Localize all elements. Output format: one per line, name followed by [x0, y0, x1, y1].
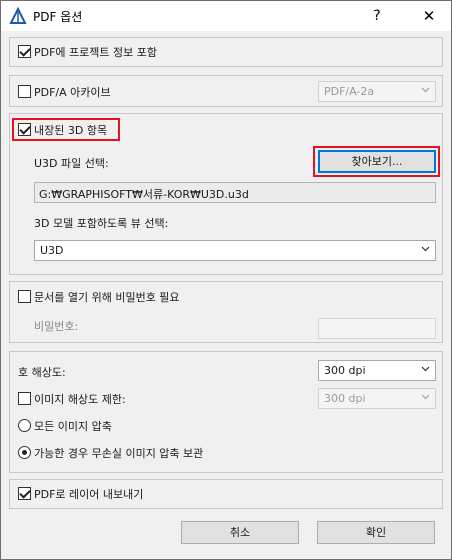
archicad-app-icon: [9, 6, 27, 25]
3d-view-select[interactable]: U3D: [34, 240, 436, 261]
u3d-file-label: U3D 파일 선택:: [34, 157, 109, 170]
limit-resolution-select[interactable]: 300 dpi: [318, 388, 436, 409]
pdf-options-dialog: PDF 옵션 ? ✕ PDF에 프로젝트 정보 포함 PDF/A 아카이브 PD…: [0, 0, 452, 560]
compress-lossless-radio[interactable]: [18, 446, 31, 459]
view-select-label: 3D 모델 포함하도록 뷰 선택:: [34, 217, 169, 230]
embedded-3d-section: 내장된 3D 항목 U3D 파일 선택: 찾아보기... G:₩GRAPHISO…: [9, 113, 443, 275]
window-title: PDF 옵션: [33, 10, 83, 24]
pdfa-version-select[interactable]: PDF/A-2a: [318, 81, 436, 102]
title-bar: PDF 옵션 ? ✕: [1, 1, 451, 31]
include-project-info-label: PDF에 프로젝트 정보 포함: [34, 46, 157, 59]
chevron-down-icon: [421, 392, 430, 401]
chevron-down-icon: [421, 85, 430, 94]
u3d-file-path-field[interactable]: G:₩GRAPHISOFT₩서류-KOR₩U3D.u3d: [34, 182, 436, 203]
3d-view-value: U3D: [40, 244, 64, 257]
pdfa-label: PDF/A 아카이브: [34, 86, 111, 99]
password-input[interactable]: [318, 318, 436, 339]
password-required-checkbox[interactable]: [18, 290, 31, 303]
close-button[interactable]: ✕: [407, 1, 451, 31]
chevron-down-icon: [421, 244, 430, 253]
password-section: 문서를 열기 위해 비밀번호 필요 비밀번호:: [9, 281, 443, 343]
compress-all-radio[interactable]: [18, 419, 31, 432]
chevron-down-icon: [421, 364, 430, 373]
pdfa-version-value: PDF/A-2a: [324, 85, 375, 98]
pdfa-section: PDF/A 아카이브 PDF/A-2a: [9, 75, 443, 107]
export-layers-label: PDF로 레이어 내보내기: [34, 488, 144, 501]
password-label: 비밀번호:: [34, 320, 79, 333]
pdfa-checkbox[interactable]: [18, 85, 31, 98]
highlight-browse-button: [313, 146, 440, 177]
resolution-label: 호 해상도:: [18, 366, 66, 379]
include-project-info-checkbox[interactable]: [18, 45, 31, 58]
export-layers-checkbox[interactable]: [18, 487, 31, 500]
password-required-label: 문서를 열기 위해 비밀번호 필요: [34, 291, 180, 304]
limit-resolution-checkbox[interactable]: [18, 392, 31, 405]
project-info-section: PDF에 프로젝트 정보 포함: [9, 37, 443, 67]
compress-lossless-label: 가능한 경우 무손실 이미지 압축 보관: [34, 447, 204, 460]
help-button[interactable]: ?: [355, 1, 399, 31]
u3d-file-path-value: G:₩GRAPHISOFT₩서류-KOR₩U3D.u3d: [39, 188, 249, 201]
resolution-section: 호 해상도: 300 dpi 이미지 해상도 제한: 300 dpi 모든 이미…: [9, 351, 443, 473]
resolution-value: 300 dpi: [324, 364, 366, 377]
cancel-button[interactable]: 취소: [181, 521, 299, 544]
ok-button[interactable]: 확인: [317, 521, 435, 544]
highlight-embedded-3d: [12, 118, 120, 141]
resolution-select[interactable]: 300 dpi: [318, 360, 436, 381]
limit-resolution-label: 이미지 해상도 제한:: [34, 393, 126, 406]
limit-resolution-value: 300 dpi: [324, 392, 366, 405]
layers-section: PDF로 레이어 내보내기: [9, 479, 443, 509]
compress-all-label: 모든 이미지 압축: [34, 420, 112, 433]
